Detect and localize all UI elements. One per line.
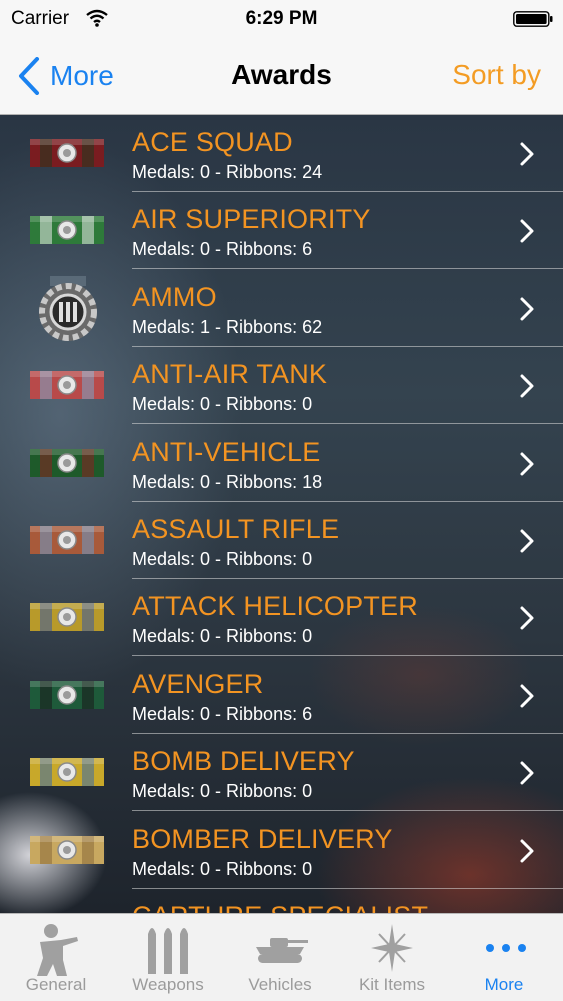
- more-dots-icon: [485, 944, 526, 952]
- award-name: AVENGER: [132, 668, 264, 699]
- award-name: ACE SQUAD: [132, 127, 293, 157]
- tank-icon: [256, 938, 308, 963]
- tab-kit-items[interactable]: Kit Items: [336, 914, 448, 1001]
- chevron-right-icon: [520, 761, 534, 785]
- award-stats: Medals: 1 - Ribbons: 62: [132, 316, 323, 337]
- award-stats: Medals: 0 - Ribbons: 0: [132, 394, 313, 415]
- chevron-right-icon: [520, 297, 534, 321]
- tab-vehicles[interactable]: Vehicles: [224, 914, 336, 1001]
- tab-general[interactable]: General: [0, 914, 112, 1001]
- award-stats: Medals: 0 - Ribbons: 0: [132, 626, 313, 647]
- status-bar: Carrier 6:29 PM: [0, 0, 563, 38]
- award-ribbon-icon: [30, 216, 104, 245]
- battery-icon: [513, 11, 553, 27]
- tab-weapons[interactable]: Weapons: [112, 914, 224, 1001]
- award-row[interactable]: BOMB DELIVERY Medals: 0 - Ribbons: 0: [0, 734, 563, 812]
- award-name: ASSAULT RIFLE: [132, 514, 340, 544]
- award-name: ANTI-VEHICLE: [132, 436, 321, 467]
- award-ribbon-icon: [30, 835, 104, 864]
- award-name: BOMB DELIVERY: [132, 746, 355, 777]
- award-row[interactable]: ATTACK HELICOPTER Medals: 0 - Ribbons: 0: [0, 579, 563, 657]
- award-name: AIR SUPERIORITY: [132, 204, 371, 235]
- award-stats: Medals: 0 - Ribbons: 6: [132, 239, 313, 260]
- award-name: AMMO: [132, 281, 217, 312]
- award-row[interactable]: AMMO Medals: 1 - Ribbons: 62: [0, 270, 563, 347]
- award-stats: Medals: 0 - Ribbons: 24: [132, 162, 323, 182]
- tab-general-label: General: [25, 975, 87, 994]
- award-stats: Medals: 0 - Ribbons: 0: [132, 858, 313, 879]
- award-row[interactable]: ANTI-AIR TANK Medals: 0 - Ribbons: 0: [0, 347, 563, 425]
- chevron-right-icon: [520, 374, 534, 398]
- award-row[interactable]: ACE SQUAD Medals: 0 - Ribbons: 24: [0, 115, 563, 192]
- award-ribbon-icon: [39, 275, 97, 341]
- award-ribbon-icon: [30, 603, 104, 632]
- tab-more-label: More: [484, 975, 524, 994]
- award-ribbon-icon: [30, 680, 104, 709]
- award-ribbon-icon: [30, 526, 104, 554]
- tab-bar: General Weapons Vehicles Kit Items More: [0, 913, 563, 1001]
- navigation-bar: More Awards Sort by: [0, 38, 563, 115]
- tab-weapons-label: Weapons: [132, 975, 204, 994]
- award-name: ANTI-AIR TANK: [132, 359, 328, 390]
- award-stats: Medals: 0 - Ribbons: 6: [132, 703, 313, 724]
- award-row[interactable]: BOMBER DELIVERY Medals: 0 - Ribbons: 0: [0, 812, 563, 889]
- chevron-right-icon: [520, 219, 534, 243]
- chevron-right-icon: [520, 529, 534, 553]
- award-name: CAPTURE SPECIALIST: [132, 901, 428, 913]
- chevron-right-icon: [520, 452, 534, 476]
- award-stats: Medals: 0 - Ribbons: 0: [132, 549, 313, 569]
- tab-vehicles-label: Vehicles: [248, 975, 312, 994]
- award-name: ATTACK HELICOPTER: [132, 591, 418, 622]
- award-row[interactable]: AIR SUPERIORITY Medals: 0 - Ribbons: 6: [0, 192, 563, 270]
- award-row[interactable]: ANTI-VEHICLE Medals: 0 - Ribbons: 18: [0, 425, 563, 502]
- kit-star-icon: [371, 924, 413, 972]
- soldier-icon: [37, 924, 78, 976]
- chevron-right-icon: [520, 606, 534, 630]
- awards-list: ACE SQUAD Medals: 0 - Ribbons: 24 AIR SUPE…: [0, 115, 563, 913]
- award-ribbon-icon: [30, 448, 104, 477]
- sort-by-button[interactable]: Sort by: [452, 59, 541, 91]
- tab-more[interactable]: More: [448, 914, 563, 1001]
- chevron-right-icon: [520, 839, 534, 863]
- tab-kit-items-label: Kit Items: [358, 975, 426, 994]
- award-stats: Medals: 0 - Ribbons: 18: [132, 471, 323, 492]
- award-ribbon-icon: [30, 758, 104, 787]
- chevron-right-icon: [520, 684, 534, 708]
- award-name: BOMBER DELIVERY: [132, 823, 393, 854]
- award-ribbon-icon: [30, 371, 104, 400]
- clock-time: 6:29 PM: [245, 8, 318, 29]
- chevron-right-icon: [520, 142, 534, 166]
- award-ribbon-icon: [30, 139, 104, 167]
- award-row[interactable]: AVENGER Medals: 0 - Ribbons: 6: [0, 657, 563, 734]
- award-row[interactable]: CAPTURE SPECIALIST: [0, 889, 563, 913]
- award-stats: Medals: 0 - Ribbons: 0: [132, 781, 313, 802]
- award-row[interactable]: ASSAULT RIFLE Medals: 0 - Ribbons: 0: [0, 502, 563, 579]
- bullets-icon: [148, 928, 188, 974]
